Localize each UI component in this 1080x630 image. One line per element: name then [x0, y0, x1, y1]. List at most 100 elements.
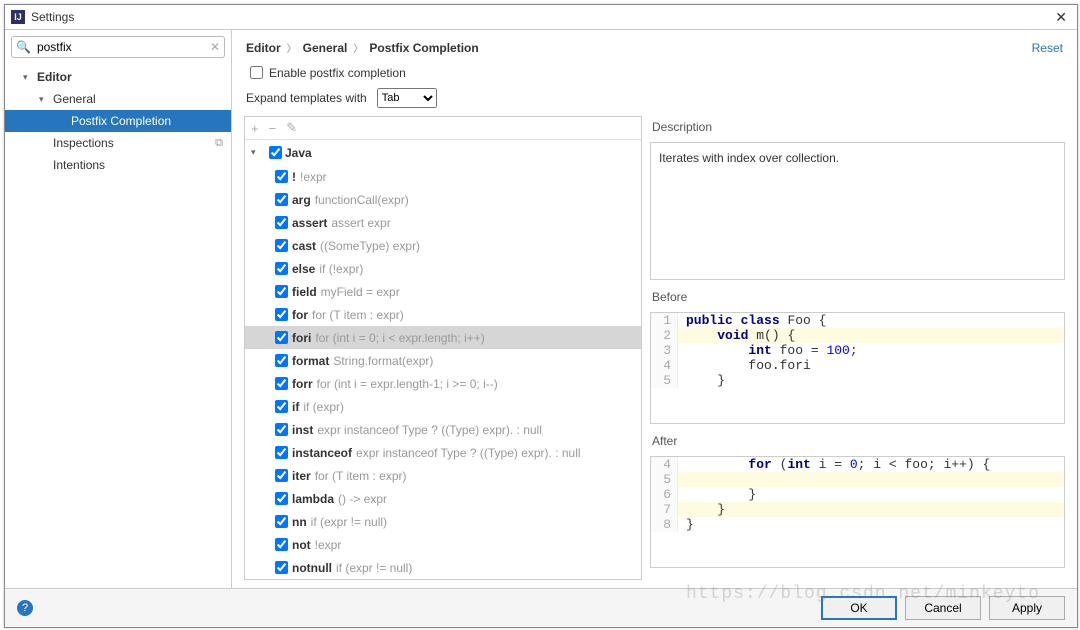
template-checkbox[interactable] [275, 170, 288, 183]
code-line: 5 [651, 472, 1064, 487]
template-desc: for (T item : expr) [315, 469, 407, 483]
template-item-cast[interactable]: cast((SomeType) expr) [245, 234, 641, 257]
line-number: 1 [651, 313, 678, 328]
template-item-else[interactable]: elseif (!expr) [245, 257, 641, 280]
expand-templates-select[interactable]: Tab [377, 88, 437, 108]
titlebar: IJ Settings ✕ [5, 5, 1077, 30]
code-text: } [678, 487, 756, 502]
app-icon: IJ [11, 10, 25, 24]
template-checkbox[interactable] [275, 377, 288, 390]
template-key: arg [292, 193, 311, 207]
line-number: 3 [651, 343, 678, 358]
template-checkbox[interactable] [275, 423, 288, 436]
edit-icon[interactable]: ✎ [286, 120, 297, 136]
templates-list[interactable]: ▾ Java! !expr arg functionCall(expr) asserta… [245, 140, 641, 579]
sidebar-item-label: General [53, 92, 96, 106]
template-item-fori[interactable]: forifor (int i = 0; i < expr.length; i++… [245, 326, 641, 349]
template-item-nn[interactable]: nnif (expr != null) [245, 510, 641, 533]
settings-search[interactable]: 🔍 ✕ [11, 36, 225, 58]
template-checkbox[interactable] [275, 469, 288, 482]
template-key: fori [292, 331, 311, 345]
template-checkbox[interactable] [275, 354, 288, 367]
template-item-for[interactable]: forfor (T item : expr) [245, 303, 641, 326]
sidebar-item-general[interactable]: ▾General [5, 88, 231, 110]
template-desc: if (!expr) [319, 262, 363, 276]
template-key: for [292, 308, 308, 322]
chevron-down-icon: ▾ [23, 72, 35, 83]
template-checkbox[interactable] [275, 538, 288, 551]
search-input[interactable] [35, 39, 210, 55]
line-number: 4 [651, 358, 678, 373]
template-desc: expr instanceof Type ? ((Type) expr). : … [317, 423, 542, 437]
close-icon[interactable]: ✕ [1051, 9, 1071, 26]
template-checkbox[interactable] [275, 515, 288, 528]
template-checkbox[interactable] [275, 400, 288, 413]
settings-window: IJ Settings ✕ 🔍 ✕ ▾Editor▾General Postfi… [4, 4, 1078, 628]
add-icon[interactable]: + [251, 121, 259, 136]
ok-button[interactable]: OK [821, 596, 897, 620]
template-item-instanceof[interactable]: instanceofexpr instanceof Type ? ((Type)… [245, 441, 641, 464]
template-checkbox[interactable] [275, 239, 288, 252]
code-line: 4 for (int i = 0; i < foo; i++) { [651, 457, 1064, 472]
template-desc: !expr [315, 538, 342, 552]
template-key: forr [292, 377, 313, 391]
template-item-format[interactable]: formatString.format(expr) [245, 349, 641, 372]
template-checkbox[interactable] [275, 331, 288, 344]
template-item-field[interactable]: fieldmyField = expr [245, 280, 641, 303]
enable-postfix-label: Enable postfix completion [269, 66, 406, 80]
template-item-if[interactable]: ifif (expr) [245, 395, 641, 418]
reset-link[interactable]: Reset [1032, 41, 1063, 55]
template-item-iter[interactable]: iter for (T item : expr) [245, 464, 641, 487]
line-number: 2 [651, 328, 678, 343]
template-checkbox[interactable] [275, 561, 288, 574]
template-desc: functionCall(expr) [315, 193, 409, 207]
template-key: ! [292, 170, 296, 184]
template-checkbox[interactable] [275, 216, 288, 229]
clear-icon[interactable]: ✕ [210, 40, 220, 54]
sidebar-item-postfix-completion[interactable]: Postfix Completion [5, 110, 231, 132]
template-checkbox[interactable] [275, 308, 288, 321]
cancel-button[interactable]: Cancel [905, 596, 981, 620]
template-checkbox[interactable] [275, 446, 288, 459]
help-icon[interactable]: ? [17, 600, 33, 616]
sidebar-item-editor[interactable]: ▾Editor [5, 66, 231, 88]
crumb-1: General [303, 41, 348, 55]
code-line: 2 void m() { [651, 328, 1064, 343]
code-text: foo.fori [678, 358, 811, 373]
options-area: Enable postfix completion Expand templat… [232, 63, 1077, 116]
template-item-notnull[interactable]: notnullif (expr != null) [245, 556, 641, 579]
before-label: Before [650, 286, 1065, 306]
template-desc: () -> expr [338, 492, 387, 506]
code-text: } [678, 373, 725, 388]
template-checkbox[interactable] [275, 492, 288, 505]
enable-postfix-checkbox[interactable] [250, 66, 263, 79]
settings-tree: ▾Editor▾General Postfix Completion Inspe… [5, 64, 231, 588]
line-number: 6 [651, 487, 678, 502]
template-checkbox[interactable] [275, 193, 288, 206]
language-group-java[interactable]: ▾ Java [245, 140, 641, 165]
template-checkbox[interactable] [275, 262, 288, 275]
chevron-down-icon: ▾ [251, 147, 263, 158]
apply-button[interactable]: Apply [989, 596, 1065, 620]
code-line: 6 } [651, 487, 1064, 502]
template-item-lambda[interactable]: lambda() -> expr [245, 487, 641, 510]
language-checkbox[interactable] [269, 146, 282, 159]
sidebar-item-inspections[interactable]: Inspections⧉ [5, 132, 231, 154]
code-text: void m() { [678, 328, 1064, 343]
expand-templates-label: Expand templates with [246, 91, 367, 105]
template-desc: String.format(expr) [333, 354, 433, 368]
template-item-forr[interactable]: forrfor (int i = expr.length-1; i >= 0; … [245, 372, 641, 395]
template-item-arg[interactable]: arg functionCall(expr) [245, 188, 641, 211]
profile-icon: ⧉ [215, 137, 223, 150]
template-key: nn [292, 515, 307, 529]
template-desc: !expr [300, 170, 327, 184]
remove-icon[interactable]: − [269, 121, 277, 136]
template-item-not[interactable]: not!expr [245, 533, 641, 556]
template-key: iter [292, 469, 311, 483]
template-item-ex[interactable]: ! !expr [245, 165, 641, 188]
sidebar-item-intentions[interactable]: Intentions [5, 154, 231, 176]
template-checkbox[interactable] [275, 285, 288, 298]
template-key: if [292, 400, 299, 414]
template-item-assert[interactable]: assertassert expr [245, 211, 641, 234]
template-item-inst[interactable]: instexpr instanceof Type ? ((Type) expr)… [245, 418, 641, 441]
